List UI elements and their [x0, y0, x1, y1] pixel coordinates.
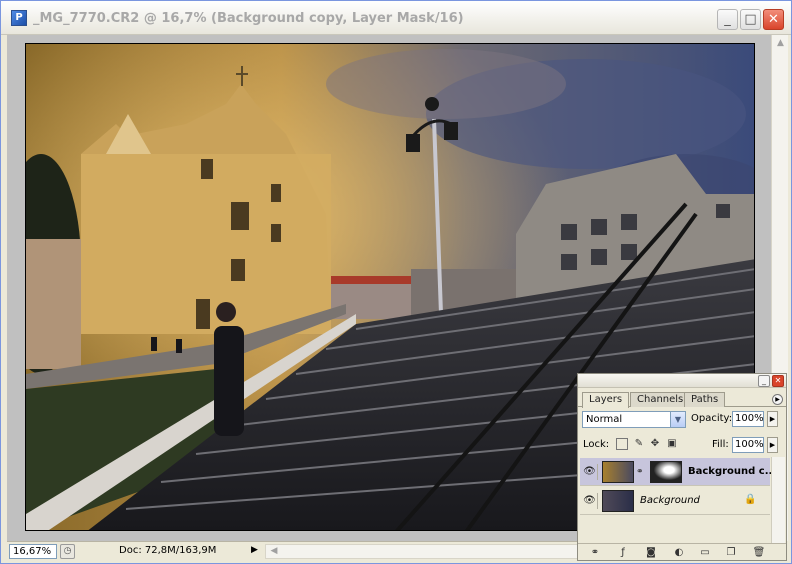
blend-mode-select[interactable]: Normal ▼ — [582, 411, 686, 428]
lock-all-icon[interactable]: ▣ — [666, 438, 678, 450]
layer-style-icon[interactable]: ƒ — [616, 547, 630, 559]
palette-close-button[interactable]: ✕ — [772, 375, 784, 387]
fill-arrow-icon[interactable]: ▶ — [767, 437, 778, 453]
blend-mode-value: Normal — [586, 414, 623, 425]
new-layer-icon[interactable]: ❐ — [724, 547, 738, 559]
status-menu-arrow-icon[interactable]: ▶ — [251, 545, 258, 555]
layer-thumbnail — [602, 490, 634, 512]
link-layers-icon[interactable]: ⚭ — [588, 547, 602, 559]
title-bar[interactable]: P _MG_7770.CR2 @ 16,7% (Background copy,… — [1, 1, 791, 35]
layer-name: Background c... — [688, 466, 777, 477]
lock-move-icon[interactable]: ✥ — [649, 438, 661, 450]
palette-bottom-bar: ⚭ ƒ ◙ ◐ ▭ ❐ 🗑 — [578, 543, 786, 561]
maximize-button[interactable]: □ — [740, 9, 761, 30]
fill-field[interactable]: 100% — [732, 437, 764, 453]
lock-icon: 🔒 — [744, 494, 757, 505]
fill-label: Fill: — [712, 439, 729, 450]
tab-channels[interactable]: Channels — [630, 392, 691, 407]
opacity-field[interactable]: 100% — [732, 411, 764, 427]
opacity-label: Opacity: — [691, 413, 733, 424]
layers-palette: _ ✕ Layers Channels Paths ▶ Normal ▼ Opa… — [577, 373, 787, 561]
opacity-arrow-icon[interactable]: ▶ — [767, 411, 778, 427]
layer-name: Background — [640, 495, 700, 506]
lock-label: Lock: — [583, 439, 610, 450]
tab-paths[interactable]: Paths — [684, 392, 726, 407]
scroll-left-icon[interactable]: ◀ — [267, 545, 281, 558]
adjustment-layer-icon[interactable]: ◐ — [672, 547, 686, 559]
palette-menu-icon[interactable]: ▶ — [772, 394, 783, 405]
chevron-down-icon[interactable]: ▼ — [670, 412, 685, 427]
eye-icon[interactable]: 👁 — [582, 493, 598, 509]
layer-row-background-copy[interactable]: 👁 ⚭ Background c... — [580, 458, 776, 486]
doc-size-text: Doc: 72,8M/163,9M — [119, 545, 217, 556]
minimize-button[interactable]: _ — [717, 9, 738, 30]
eye-icon[interactable]: 👁 — [582, 464, 598, 480]
add-mask-icon[interactable]: ◙ — [644, 547, 658, 559]
tab-layers[interactable]: Layers — [582, 392, 630, 408]
photoshop-icon: P — [11, 10, 27, 26]
palette-scrollbar[interactable] — [771, 457, 785, 543]
scroll-up-icon[interactable]: ▲ — [774, 37, 787, 50]
palette-minimize-button[interactable]: _ — [758, 375, 770, 387]
palette-tabs: Layers Channels Paths ▶ — [578, 389, 786, 408]
close-button[interactable]: ✕ — [763, 9, 784, 30]
trash-icon[interactable]: 🗑 — [752, 547, 766, 559]
zoom-field[interactable]: 16,67% — [9, 544, 57, 559]
new-group-icon[interactable]: ▭ — [698, 547, 712, 559]
link-icon: ⚭ — [636, 467, 644, 477]
layer-thumbnail — [602, 461, 634, 483]
palette-titlebar[interactable]: _ ✕ — [578, 374, 786, 388]
lock-brush-icon[interactable]: ✎ — [633, 438, 645, 450]
lock-transparent-icon[interactable] — [616, 438, 628, 450]
layer-mask-thumbnail[interactable] — [650, 461, 682, 483]
window-title: _MG_7770.CR2 @ 16,7% (Background copy, L… — [33, 11, 464, 26]
layer-row-background[interactable]: 👁 Background 🔒 — [580, 487, 770, 515]
status-info-icon[interactable]: ◷ — [60, 544, 75, 559]
document-window: P _MG_7770.CR2 @ 16,7% (Background copy,… — [0, 0, 792, 564]
